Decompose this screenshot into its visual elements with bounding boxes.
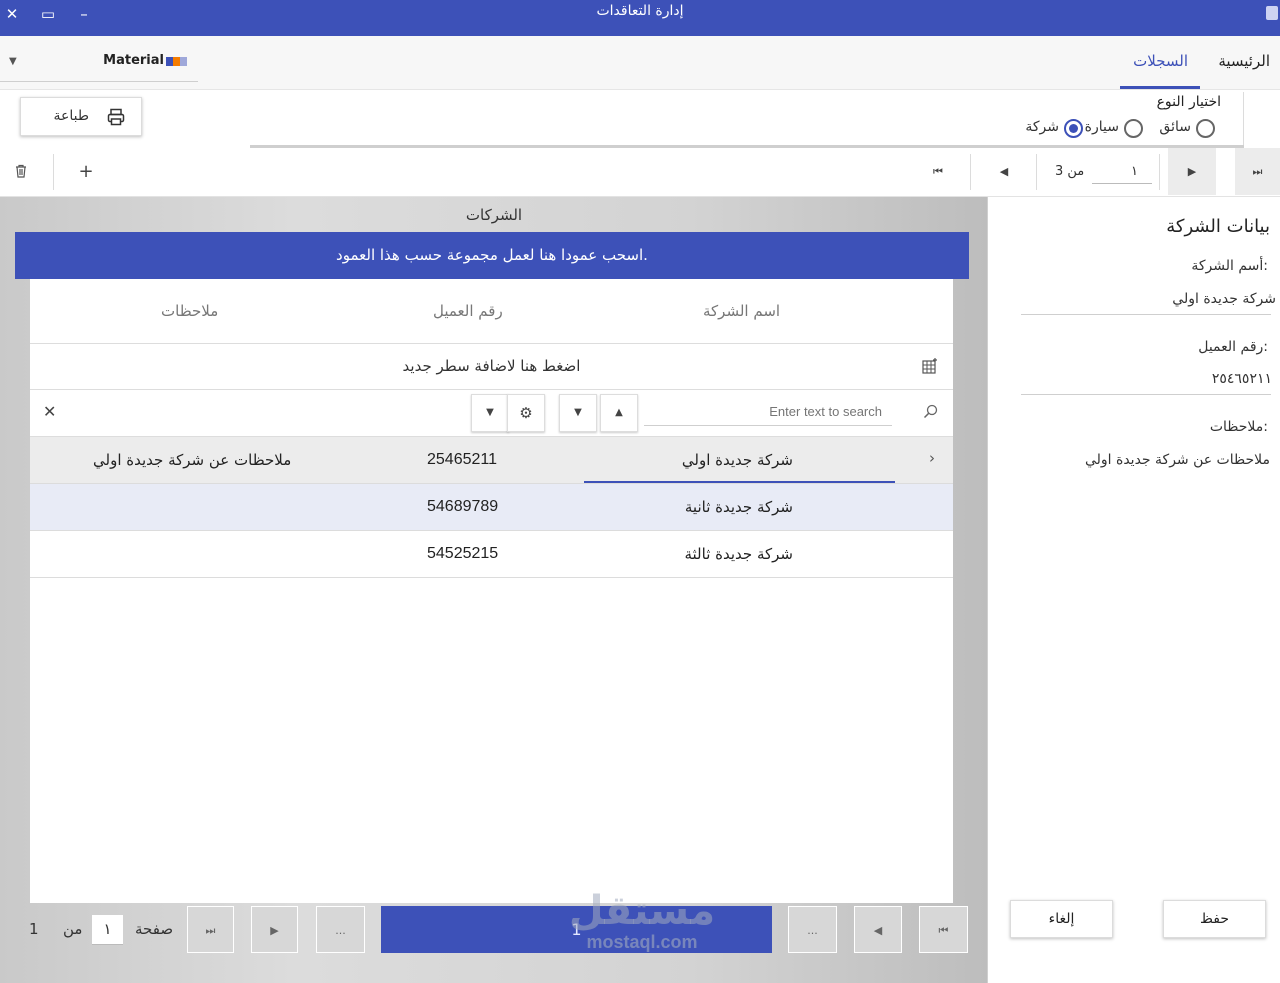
last-record-icon[interactable]: ⏭ — [1235, 148, 1280, 195]
title-bar: ✕ ▭ – إدارة التعاقدات — [0, 0, 1280, 36]
pager-ellipsis[interactable]: ... — [316, 906, 365, 953]
cell-company-name: شركة جديدة ثانية — [684, 498, 793, 516]
column-header-name[interactable]: اسم الشركة — [703, 302, 780, 320]
column-header-number[interactable]: رقم العميل — [433, 302, 503, 320]
client-number-label: رقم العميل: — [1198, 339, 1268, 355]
theme-dropdown[interactable]: ▼ Material — [0, 50, 198, 82]
theme-name: Material — [103, 53, 164, 68]
add-record-button[interactable]: + — [74, 148, 98, 195]
pager-current-page[interactable]: 1 — [381, 906, 772, 953]
record-navigator: + ⏮ ◀ من 3 ١ ▶ ⏭ — [0, 148, 1280, 197]
type-selection-title: اختيار النوع — [1156, 94, 1221, 110]
pager-total-pages: 1 — [29, 920, 39, 938]
notes-field[interactable]: ملاحظات عن شركة جديدة اولي — [1085, 452, 1270, 468]
radio-car[interactable]: سيارة — [1073, 119, 1143, 139]
pager-page-input[interactable]: ١ — [92, 915, 123, 945]
grid-title: الشركات — [465, 206, 523, 224]
search-panel: ✕ ▼ ⚙ ▼ ▲ — [30, 390, 953, 437]
field-underline — [1021, 314, 1271, 315]
gear-icon[interactable]: ⚙ — [507, 394, 545, 432]
radio-label: سائق — [1159, 119, 1191, 135]
cell-client-number: 25465211 — [427, 451, 497, 468]
trash-icon[interactable] — [8, 148, 34, 195]
print-button[interactable]: طباعة — [20, 97, 142, 136]
company-name-field[interactable]: شركة جديدة اولي — [1172, 291, 1276, 307]
first-record-icon[interactable]: ⏮ — [926, 148, 950, 195]
table-row[interactable]: شركة جديدة ثالثة 54525215 — [30, 531, 953, 578]
cell-company-name: شركة جديدة اولي — [681, 451, 793, 469]
focused-cell-indicator — [584, 481, 895, 483]
company-name-label: أسم الشركة: — [1191, 258, 1268, 274]
cancel-button[interactable]: إلغاء — [1010, 900, 1113, 938]
data-grid: اسم الشركة رقم العميل ملاحظات اضغط هنا ل… — [30, 279, 953, 903]
print-label: طباعة — [53, 108, 90, 124]
cell-notes: ملاحظات عن شركة جديدة اولي — [93, 451, 292, 469]
radio-label: شركة — [1025, 119, 1059, 135]
next-page-icon[interactable]: ▶ — [251, 906, 298, 953]
first-page-icon[interactable]: ⏮ — [919, 906, 968, 953]
group-by-panel[interactable]: اسحب عمودا هنا لعمل مجموعة حسب هذا العمو… — [15, 232, 969, 279]
details-title: بيانات الشركة — [1166, 216, 1270, 237]
window-title: إدارة التعاقدات — [596, 3, 684, 19]
radio-circle — [1124, 119, 1143, 138]
cell-company-name: شركة جديدة ثالثة — [684, 545, 793, 563]
search-icon — [923, 404, 938, 419]
pager: 1 من ١ صفحة ⏭ ▶ ... 1 ... ◀ ⏮ — [15, 905, 969, 953]
table-row[interactable]: › شركة جديدة اولي 25465211 ملاحظات عن شر… — [30, 437, 953, 484]
cell-client-number: 54689789 — [427, 498, 499, 515]
nav-divider — [1159, 154, 1160, 190]
search-input[interactable] — [644, 398, 892, 426]
prev-page-icon[interactable]: ◀ — [854, 906, 902, 953]
table-row[interactable]: شركة جديدة ثانية 54689789 — [30, 484, 953, 531]
pager-of-label: من — [63, 920, 83, 938]
chevron-right-icon[interactable]: › — [929, 449, 935, 467]
chevron-down-icon: ▼ — [9, 56, 17, 67]
record-position-input[interactable]: ١ — [1092, 160, 1152, 184]
tab-home[interactable]: الرئيسية — [1218, 52, 1270, 70]
record-total: من 3 — [1055, 164, 1085, 179]
client-number-field[interactable]: ٢٥٤٦٥٢١١ — [1212, 371, 1272, 387]
radio-circle — [1196, 119, 1215, 138]
prev-record-icon[interactable]: ◀ — [992, 148, 1016, 195]
radio-driver[interactable]: سائق — [1155, 119, 1215, 139]
radio-company[interactable]: شركة — [1023, 119, 1083, 139]
last-page-icon[interactable]: ⏭ — [187, 906, 234, 953]
pager-page-label: صفحة — [135, 920, 174, 938]
next-record-icon[interactable]: ▶ — [1168, 148, 1216, 195]
table-add-icon — [922, 358, 937, 374]
theme-swatch — [166, 57, 173, 66]
app-icon — [1266, 6, 1278, 20]
filter-dropdown-button[interactable]: ▼ — [471, 394, 509, 432]
grid-panel: الشركات اسحب عمودا هنا لعمل مجموعة حسب ه… — [0, 197, 988, 983]
notes-label: ملاحظات: — [1209, 419, 1268, 435]
radio-label: سيارة — [1084, 119, 1119, 135]
new-row-label: اضغط هنا لاضافة سطر جديد — [402, 357, 581, 375]
nav-divider — [1036, 154, 1037, 190]
new-row-button[interactable]: اضغط هنا لاضافة سطر جديد — [30, 344, 953, 390]
find-next-button[interactable]: ▼ — [559, 394, 597, 432]
tab-records[interactable]: السجلات — [1133, 52, 1188, 70]
field-underline — [1021, 394, 1271, 395]
active-tab-indicator — [1120, 86, 1200, 89]
pager-ellipsis[interactable]: ... — [788, 906, 837, 953]
close-icon[interactable]: ✕ — [43, 402, 56, 421]
theme-swatch — [180, 57, 187, 66]
radio-circle-selected — [1064, 119, 1083, 138]
type-selection-group: اختيار النوع سائق سيارة شركة — [1024, 92, 1244, 148]
cell-client-number: 54525215 — [427, 545, 499, 562]
printer-icon — [107, 108, 125, 126]
nav-divider — [970, 154, 971, 190]
find-previous-button[interactable]: ▲ — [600, 394, 638, 432]
theme-swatch — [173, 57, 180, 66]
details-panel: بيانات الشركة أسم الشركة: شركة جديدة اول… — [989, 197, 1280, 983]
nav-divider — [53, 154, 54, 190]
column-header-notes[interactable]: ملاحظات — [161, 302, 218, 320]
save-button[interactable]: حفظ — [1163, 900, 1266, 938]
